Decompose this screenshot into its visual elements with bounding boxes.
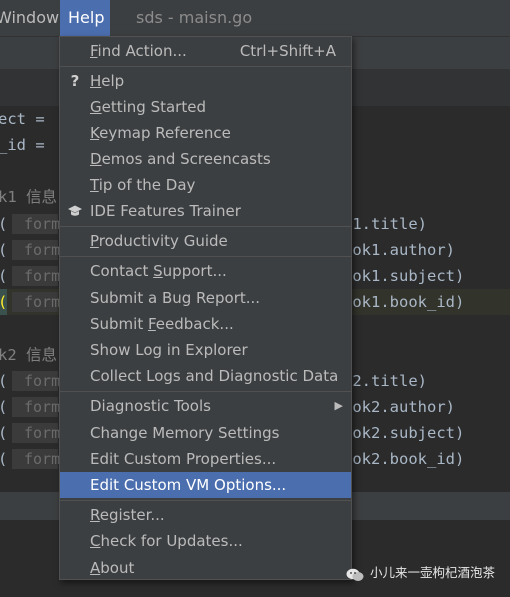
menu-item-about[interactable]: About: [60, 555, 351, 581]
menu-separator: [60, 226, 351, 227]
menu-item-ide-trainer[interactable]: IDE Features Trainer: [60, 198, 351, 224]
menu-item-demos[interactable]: Demos and Screencasts: [60, 146, 351, 172]
menu-item-getting-started[interactable]: Getting Started: [60, 94, 351, 120]
menu-item-register[interactable]: Register...: [60, 502, 351, 528]
shortcut-label: Ctrl+Shift+A: [239, 42, 336, 60]
menu-separator: [60, 66, 351, 67]
menu-item-contact-support[interactable]: Contact Support...: [60, 258, 351, 284]
menu-item-submit-feedback[interactable]: Submit Feedback...: [60, 311, 351, 337]
help-menu-dropdown: Find Action... Ctrl+Shift+A ? Help Getti…: [59, 36, 352, 580]
menu-window[interactable]: Window: [0, 0, 59, 36]
menu-item-change-memory[interactable]: Change Memory Settings: [60, 420, 351, 446]
menu-separator: [60, 500, 351, 501]
menu-separator: [60, 256, 351, 257]
menu-item-show-log[interactable]: Show Log in Explorer: [60, 337, 351, 363]
window-title: sds - maisn.go: [136, 8, 253, 27]
menu-separator: [60, 391, 351, 392]
question-icon: ?: [70, 72, 80, 90]
submenu-arrow-icon: ▶: [334, 399, 343, 412]
menu-item-collect-logs[interactable]: Collect Logs and Diagnostic Data: [60, 363, 351, 389]
menu-item-keymap-reference[interactable]: Keymap Reference: [60, 120, 351, 146]
wechat-icon: [346, 567, 364, 581]
menu-item-tip-of-day[interactable]: Tip of the Day: [60, 172, 351, 198]
menu-item-edit-custom-vm[interactable]: Edit Custom VM Options...: [60, 472, 351, 498]
menu-bar: Window Help sds - maisn.go: [0, 0, 510, 36]
watermark: 小儿来一壶枸杞酒泡茶: [346, 562, 495, 584]
menu-item-find-action[interactable]: Find Action... Ctrl+Shift+A: [60, 38, 351, 64]
menu-item-productivity-guide[interactable]: Productivity Guide: [60, 228, 351, 254]
menu-help[interactable]: Help: [60, 0, 110, 36]
menu-item-diagnostic-tools[interactable]: Diagnostic Tools ▶: [60, 393, 351, 419]
watermark-text: 小儿来一壶枸杞酒泡茶: [370, 565, 496, 580]
menu-item-submit-bug[interactable]: Submit a Bug Report...: [60, 285, 351, 311]
menu-item-edit-custom-properties[interactable]: Edit Custom Properties...: [60, 446, 351, 472]
menu-item-check-updates[interactable]: Check for Updates...: [60, 528, 351, 554]
menu-item-help[interactable]: ? Help: [60, 68, 351, 94]
